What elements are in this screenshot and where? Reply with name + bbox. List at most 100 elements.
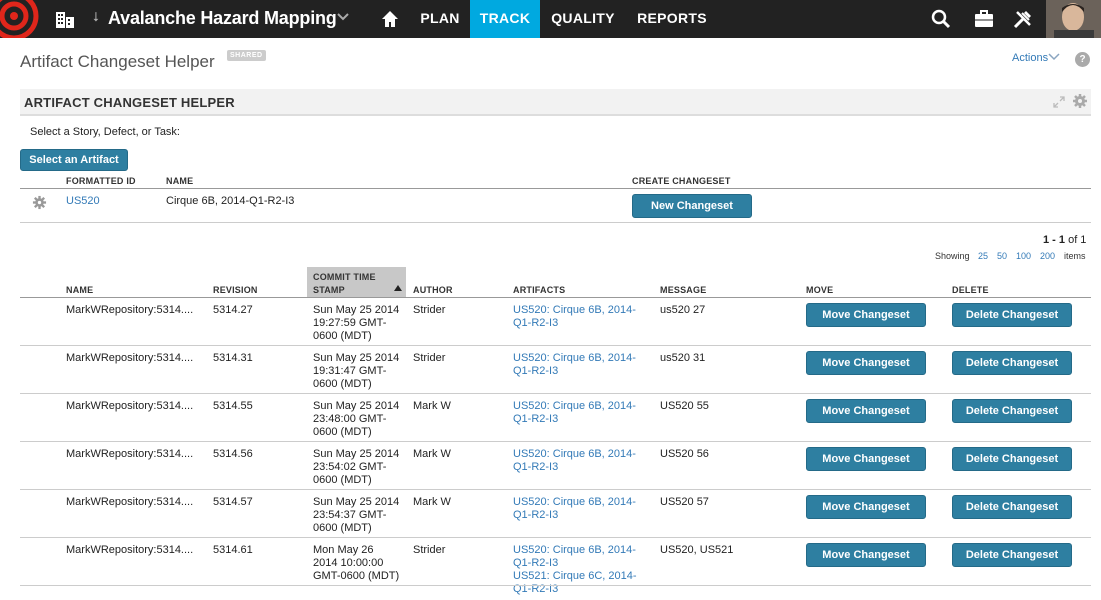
artifact-link[interactable]: Q1-R2-I3 [513,317,558,330]
changeset-name: MarkWRepository:5314.... [66,400,194,412]
tab-track[interactable]: TRACK [470,0,540,38]
changeset-author: Mark W [413,448,451,460]
col-name[interactable]: NAME [66,285,93,295]
changeset-author: Mark W [413,496,451,508]
artifact-link[interactable]: US521: Cirque 6C, 2014- [513,570,637,583]
new-changeset-button[interactable]: New Changeset [632,194,752,218]
col-formatted-id: FORMATTED ID [66,176,136,186]
commit-time-line: GMT-0600 (MDT) [313,570,400,582]
commit-time-line: 0600 (MDT) [313,522,372,534]
changeset-message: US520, US521 [660,544,734,556]
delete-changeset-button[interactable]: Delete Changeset [952,399,1072,423]
artifact-link[interactable]: Q1-R2-I3 [513,365,558,378]
move-changeset-button[interactable]: Move Changeset [806,351,926,375]
actions-menu[interactable]: Actions [1012,52,1048,64]
move-changeset-button[interactable]: Move Changeset [806,447,926,471]
gear-icon[interactable] [1072,93,1088,109]
commit-time-line: 2014 10:00:00 [313,557,384,569]
pager-count: 1 - 1 of 1 [1043,234,1087,246]
artifact-link[interactable]: Q1-R2-I3 [513,509,558,522]
page-size-25[interactable]: 25 [978,251,988,261]
sort-ascending-icon[interactable] [394,283,402,291]
tab-quality[interactable]: QUALITY [540,0,626,38]
tools-icon[interactable] [1012,8,1034,30]
commit-time-line: 19:27:59 GMT- [313,317,387,329]
artifact-id-link[interactable]: US520 [66,195,100,208]
page-size-50[interactable]: 50 [997,251,1007,261]
changeset-revision: 5314.61 [213,544,253,556]
page-size-100[interactable]: 100 [1016,251,1031,261]
help-icon[interactable]: ? [1075,52,1090,67]
panel-title: ARTIFACT CHANGESET HELPER [24,95,235,110]
search-icon[interactable] [930,8,952,30]
artifact-link[interactable]: Q1-R2-I3 [513,557,558,570]
home-icon[interactable] [380,9,400,29]
row-divider [20,489,1091,490]
changeset-name: MarkWRepository:5314.... [66,544,194,556]
delete-changeset-button[interactable]: Delete Changeset [952,303,1072,327]
changeset-author: Strider [413,304,446,316]
col-artifacts[interactable]: ARTIFACTS [513,285,565,295]
commit-time-line: Sun May 25 2014 [313,496,400,508]
col-delete: DELETE [952,285,989,295]
commit-time-line: 23:54:02 GMT- [313,461,387,473]
expand-icon[interactable] [1052,95,1066,109]
delete-changeset-button[interactable]: Delete Changeset [952,543,1072,567]
page-size-200[interactable]: 200 [1040,251,1055,261]
artifact-link[interactable]: US520: Cirque 6B, 2014- [513,304,636,317]
col-message[interactable]: MESSAGE [660,285,706,295]
chevron-down-icon[interactable] [1048,52,1060,62]
row-divider [20,345,1091,346]
gear-icon[interactable] [32,195,47,210]
changeset-revision: 5314.55 [213,400,253,412]
buildings-icon[interactable] [55,9,75,29]
pager-items-label: items [1064,251,1086,261]
artifact-link[interactable]: US520: Cirque 6B, 2014- [513,496,636,509]
col-move: MOVE [806,285,834,295]
artifact-link[interactable]: Q1-R2-I3 [513,461,558,474]
divider [20,188,1091,189]
rally-logo-icon[interactable] [0,0,46,38]
shared-badge: SHARED [227,50,266,61]
changeset-author: Strider [413,352,446,364]
commit-time-line: Sun May 25 2014 [313,352,400,364]
col-commit-time-stamp[interactable]: STAMP [313,285,345,295]
col-name: NAME [166,176,194,186]
divider [20,222,1091,223]
changeset-revision: 5314.56 [213,448,253,460]
commit-time-line: 23:54:37 GMT- [313,509,387,521]
changeset-message: US520 57 [660,496,709,508]
move-changeset-button[interactable]: Move Changeset [806,399,926,423]
select-artifact-button[interactable]: Select an Artifact [20,149,128,171]
down-arrow-icon: ⭣ [93,9,100,24]
chevron-down-icon[interactable] [336,10,350,24]
changeset-message: US520 56 [660,448,709,460]
artifact-link[interactable]: US520: Cirque 6B, 2014- [513,448,636,461]
move-changeset-button[interactable]: Move Changeset [806,543,926,567]
artifact-link[interactable]: US520: Cirque 6B, 2014- [513,400,636,413]
briefcase-icon[interactable] [973,8,995,30]
row-divider [20,393,1091,394]
commit-time-line: 0600 (MDT) [313,330,372,342]
row-divider [20,537,1091,538]
changeset-author: Strider [413,544,446,556]
changeset-revision: 5314.27 [213,304,253,316]
move-changeset-button[interactable]: Move Changeset [806,303,926,327]
tab-plan[interactable]: PLAN [410,0,470,38]
col-commit-time[interactable]: COMMIT TIME [313,272,376,282]
tab-reports[interactable]: REPORTS [626,0,718,38]
commit-time-line: 0600 (MDT) [313,426,372,438]
artifact-link[interactable]: US520: Cirque 6B, 2014- [513,352,636,365]
delete-changeset-button[interactable]: Delete Changeset [952,447,1072,471]
artifact-link[interactable]: US520: Cirque 6B, 2014- [513,544,636,557]
commit-time-line: 0600 (MDT) [313,474,372,486]
project-title[interactable]: Avalanche Hazard Mapping [108,8,337,29]
panel-header: ARTIFACT CHANGESET HELPER [20,89,1091,116]
move-changeset-button[interactable]: Move Changeset [806,495,926,519]
artifact-link[interactable]: Q1-R2-I3 [513,413,558,426]
col-revision[interactable]: REVISION [213,285,258,295]
user-avatar[interactable] [1046,0,1101,38]
delete-changeset-button[interactable]: Delete Changeset [952,351,1072,375]
col-author[interactable]: AUTHOR [413,285,453,295]
delete-changeset-button[interactable]: Delete Changeset [952,495,1072,519]
